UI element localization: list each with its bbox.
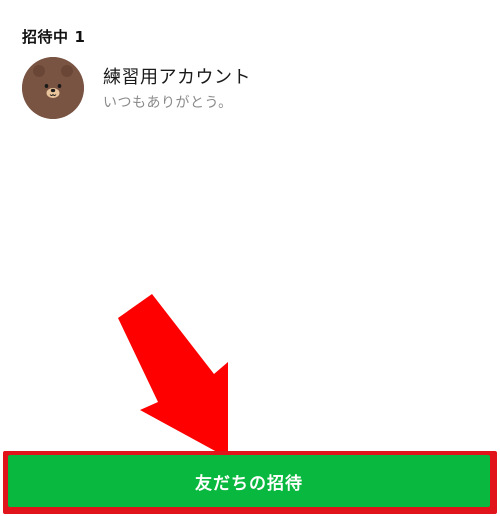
invite-friends-button[interactable]: 友だちの招待	[8, 455, 490, 507]
avatar	[22, 57, 84, 119]
invite-screen: 招待中 1 練習用アカウント いつもありがとう。 友だちの招待	[0, 0, 500, 516]
member-name: 練習用アカウント	[103, 67, 251, 88]
invited-member-row[interactable]: 練習用アカウント いつもありがとう。	[22, 57, 478, 119]
invited-header-label: 招待中	[22, 28, 69, 46]
invited-section-header: 招待中 1	[22, 26, 85, 47]
invited-count: 1	[74, 28, 86, 46]
red-arrow-annotation-icon	[118, 294, 228, 458]
member-status-message: いつもありがとう。	[103, 95, 233, 111]
brown-bear-icon	[22, 57, 84, 119]
